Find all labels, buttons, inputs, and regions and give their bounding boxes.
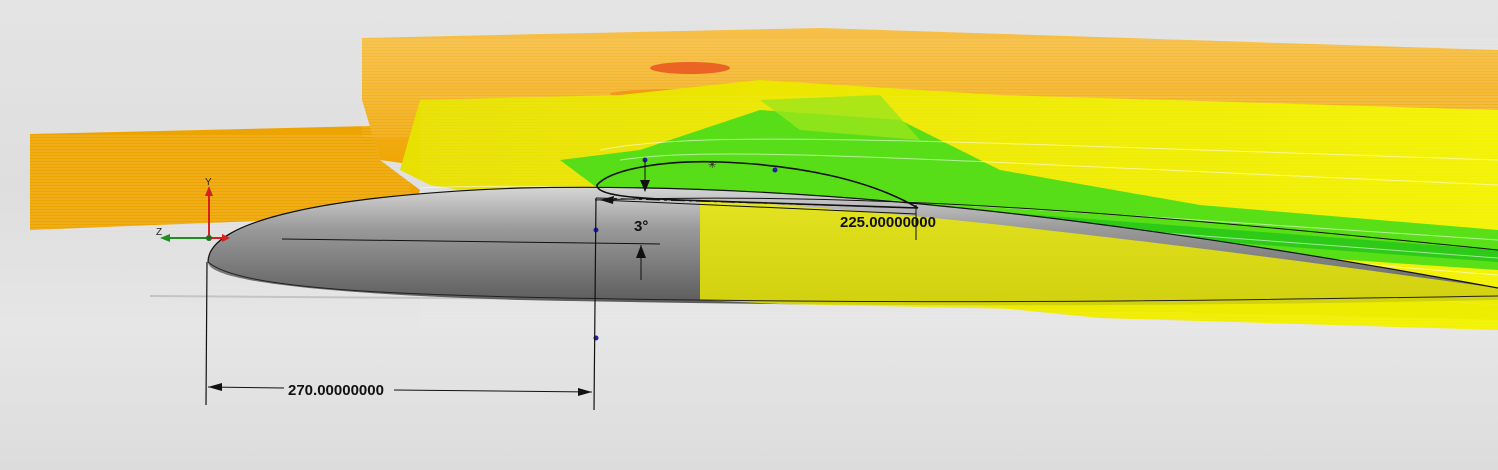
triad-z-label: Z	[156, 227, 162, 238]
dimension-270-label[interactable]: 270.00000000	[288, 382, 384, 399]
dimension-270[interactable]: 270.00000000	[207, 382, 593, 399]
triad-y-label: Y	[205, 177, 212, 188]
graphics-viewport[interactable]: ✳ 270.00000000 225.00000000 3° Y Z	[0, 0, 1498, 470]
dimension-angle-label[interactable]: 3°	[634, 218, 648, 235]
dimension-225-label[interactable]: 225.00000000	[840, 214, 936, 231]
high-velocity-zone-top	[650, 62, 730, 74]
sketch-point[interactable]	[772, 167, 778, 173]
extension-line-left	[205, 261, 208, 406]
coincident-relation-icon: ✳	[708, 160, 716, 171]
origin-point	[206, 235, 212, 241]
